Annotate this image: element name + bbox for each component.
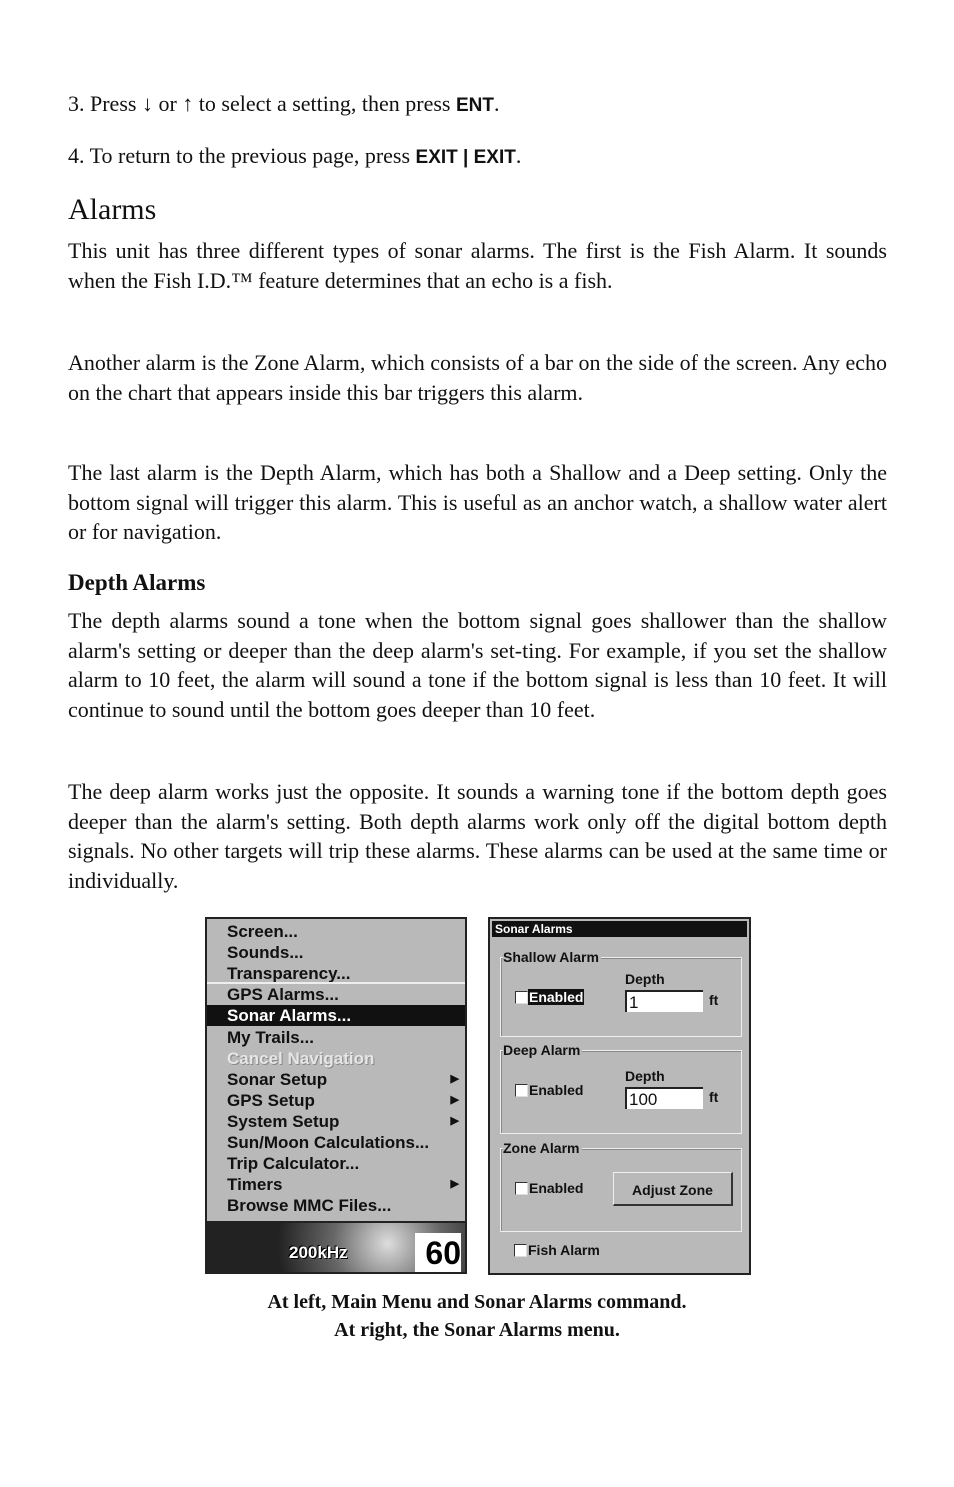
menu-item[interactable]: Sun/Moon Calculations... [207, 1132, 465, 1153]
zone-alarm-group: Zone Alarm Enabled Adjust Zone [500, 1140, 742, 1232]
fish-alarm-label[interactable]: Fish Alarm [528, 1242, 600, 1258]
shallow-depth-input[interactable]: 1 [625, 990, 703, 1012]
menu-item[interactable]: Sounds... [207, 942, 465, 963]
unit-label: ft [709, 1089, 719, 1105]
submenu-arrow-icon: ▶ [450, 1072, 459, 1085]
menu-item[interactable]: System Setup ▶ [207, 1111, 465, 1132]
section-heading: Alarms [68, 193, 157, 226]
menu-item[interactable]: Cancel Navigation [207, 1048, 465, 1069]
menu-item-label: Trip Calculator... [227, 1154, 360, 1174]
menu-item-label: Sonar Alarms... [227, 1006, 352, 1026]
zone-enabled-checkbox[interactable] [515, 1182, 528, 1195]
submenu-arrow-icon: ▶ [450, 1178, 459, 1191]
menu-item-label: GPS Setup [227, 1090, 315, 1110]
deep-alarm-group: Deep Alarm Enabled Depth 100 ft [500, 1042, 742, 1134]
menu-item-label: GPS Alarms... [227, 985, 339, 1005]
sonar-alarms-dialog: Sonar Alarms Shallow Alarm Enabled Depth… [488, 917, 751, 1275]
menu-item[interactable]: Trip Calculator... [207, 1153, 465, 1174]
menu-item-label: Cancel Navigation [227, 1048, 375, 1068]
shallow-enabled-label[interactable]: Enabled [528, 989, 585, 1005]
paragraph: This unit has three different types of s… [68, 238, 887, 293]
menu-item[interactable]: Sonar Setup ▶ [207, 1069, 465, 1090]
figure-caption: At right, the Sonar Alarms menu. [334, 1319, 620, 1341]
menu-item-label: Browse MMC Files... [227, 1196, 392, 1216]
depth-readout: 60 [415, 1233, 461, 1272]
menu-item-label: My Trails... [227, 1027, 314, 1047]
step-end: . [515, 143, 522, 168]
depth-label: Depth [625, 1068, 665, 1084]
menu-item[interactable]: My Trails... [207, 1027, 465, 1048]
menu-item-label: System Setup [227, 1111, 340, 1131]
zone-enabled-label[interactable]: Enabled [529, 1180, 583, 1196]
paragraph: The last alarm is the Depth Alarm, which… [68, 460, 887, 545]
menu-item-label: Sounds... [227, 943, 304, 963]
menu-item-label: Sun/Moon Calculations... [227, 1133, 430, 1152]
submenu-arrow-icon: ▶ [450, 1093, 459, 1106]
menu-item-label: Timers [227, 1175, 283, 1195]
group-label: Shallow Alarm [503, 949, 601, 965]
menu-item[interactable]: Sonar Alarms... [207, 1005, 465, 1027]
frequency-label: 200kHz [289, 1243, 348, 1262]
paragraph: The deep alarm works just the opposite. … [68, 779, 887, 894]
step-4: 4. To return to the previous page, press… [68, 141, 887, 173]
unit-label: ft [709, 992, 719, 1008]
paragraph: The depth alarms sound a tone when the b… [68, 608, 887, 723]
menu-item-label: Screen... [227, 922, 298, 941]
manual-page: 3. Press ↓ or ↑ to select a setting, the… [0, 0, 954, 1487]
deep-enabled-label[interactable]: Enabled [529, 1082, 583, 1098]
step-3: 3. Press ↓ or ↑ to select a setting, the… [68, 89, 887, 121]
adjust-zone-button[interactable]: Adjust Zone [613, 1172, 733, 1206]
submenu-arrow-icon: ▶ [450, 1114, 459, 1127]
shallow-enabled-checkbox[interactable] [515, 991, 528, 1004]
deep-enabled-checkbox[interactable] [515, 1084, 528, 1097]
menu-item[interactable]: Timers ▶ [207, 1174, 465, 1195]
key-ent: ENT [456, 95, 494, 116]
group-label: Deep Alarm [503, 1042, 583, 1058]
menu-item[interactable]: GPS Setup ▶ [207, 1090, 465, 1111]
step-text: 3. Press ↓ or ↑ to select a setting, the… [68, 91, 456, 116]
menu-item[interactable]: GPS Alarms... [207, 984, 465, 1005]
menu-item[interactable]: Browse MMC Files... [207, 1195, 465, 1216]
subheading: Depth Alarms [68, 570, 206, 595]
depth-label: Depth [625, 971, 665, 987]
step-text: 4. To return to the previous page, press [68, 143, 416, 168]
menu-item-label: Transparency... [227, 964, 351, 984]
dialog-title: Sonar Alarms [492, 921, 747, 937]
menu-item-label: Sonar Setup [227, 1069, 328, 1089]
step-end: . [494, 91, 500, 116]
main-menu-screenshot: Screen... Sounds... Transparency... GPS Ala… [205, 917, 467, 1274]
sonar-chart-strip: 200kHz 60 [207, 1221, 465, 1272]
menu-item[interactable]: Screen... [207, 921, 465, 942]
menu-divider [207, 982, 465, 984]
shallow-alarm-group: Shallow Alarm Enabled Depth 1 ft [500, 949, 742, 1037]
deep-depth-input[interactable]: 100 [625, 1087, 703, 1109]
figure-caption: At left, Main Menu and Sonar Alarms comm… [267, 1291, 687, 1313]
fish-alarm-checkbox[interactable] [514, 1244, 527, 1257]
group-label: Zone Alarm [503, 1140, 582, 1156]
key-exit: EXIT | EXIT [415, 147, 516, 168]
paragraph: Another alarm is the Zone Alarm, which c… [68, 350, 887, 405]
